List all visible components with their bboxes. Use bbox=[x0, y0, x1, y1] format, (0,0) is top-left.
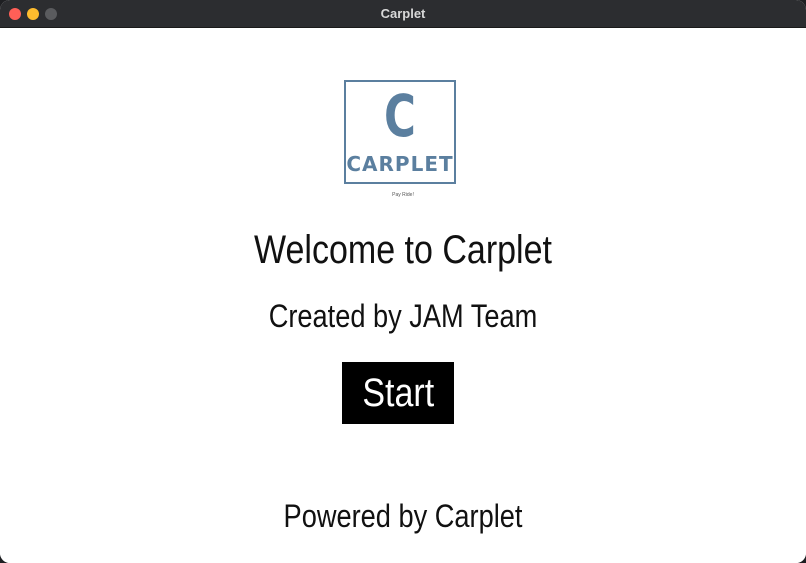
start-button[interactable]: Start bbox=[342, 362, 454, 424]
title-bar[interactable]: Carplet bbox=[0, 0, 806, 28]
created-by-text: Created by JAM Team bbox=[268, 298, 538, 334]
welcome-heading: Welcome to Carplet bbox=[254, 228, 552, 272]
carplet-logo: C CARPLET bbox=[344, 80, 456, 184]
powered-by-text: Powered by Carplet bbox=[283, 498, 523, 534]
window-title: Carplet bbox=[380, 6, 426, 21]
logo-wordmark: CARPLET bbox=[346, 152, 454, 176]
app-window: Carplet C CARPLET Pay Ride! Welcome to C… bbox=[0, 0, 806, 563]
logo-letter: C bbox=[384, 82, 416, 150]
logo-tagline: Pay Ride! bbox=[392, 192, 414, 198]
main-content: C CARPLET Pay Ride! Welcome to Carplet C… bbox=[0, 28, 806, 563]
start-button-label: Start bbox=[362, 371, 434, 415]
